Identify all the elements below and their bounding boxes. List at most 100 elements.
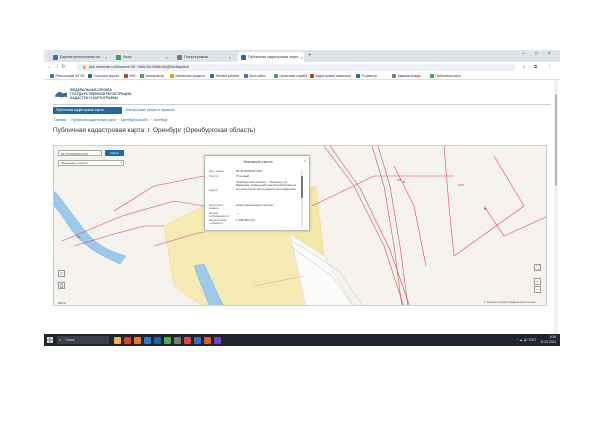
extensions-icon[interactable]: ⧉ (534, 64, 537, 69)
taskbar-app-icon[interactable] (164, 336, 171, 344)
service-pkk-button[interactable]: Публичная кадастровая карта (53, 107, 122, 114)
taskbar-search-placeholder: Поиск (65, 338, 75, 342)
bookmark-favicon-icon (430, 73, 434, 78)
bookmark-item[interactable]: Регистрация ЮГЭЛ (50, 73, 84, 78)
zoom-in-button[interactable]: + (534, 278, 541, 285)
tab-label: Единая электронная мо... (60, 55, 103, 59)
system-tray-icons[interactable]: ^ ☁ 🔊 ENG (517, 338, 536, 342)
url-input[interactable]: 🔒 pkk.rosreestr.ru/#/search/51.7666,55.09… (76, 63, 516, 71)
taskbar-app-icon[interactable] (144, 336, 151, 344)
fullscreen-button[interactable]: ⛶ (534, 264, 541, 271)
parcel-boundary (311, 175, 454, 207)
parcel-boundary (113, 175, 205, 212)
river (54, 190, 127, 265)
map-search-input[interactable]: 56:44:0000000:1087 (58, 150, 102, 156)
tab-favicon-icon (53, 54, 58, 60)
bookmark-item[interactable]: Администрация (392, 73, 421, 78)
tab-pkk[interactable]: Публичная кадастровая карта × (238, 52, 304, 62)
back-arrow-icon[interactable]: ← (46, 64, 53, 70)
maximize-button[interactable]: □ (535, 51, 538, 57)
star-icon[interactable]: ☆ (522, 64, 526, 70)
popup-status: Учтенный (236, 174, 250, 178)
bookmark-favicon-icon (88, 73, 92, 78)
popup-close-button[interactable]: × (304, 158, 306, 163)
tab-gosprog[interactable]: Госпрограммы × (174, 52, 234, 62)
close-tab-icon[interactable]: × (166, 55, 168, 60)
bookmark-item[interactable]: Налоговая служба (274, 73, 307, 78)
header-divider (53, 104, 551, 105)
minimize-button[interactable]: – (522, 51, 525, 57)
new-tab-button[interactable]: + (308, 52, 312, 60)
popup-ownership: — (236, 211, 239, 215)
browser-window: Единая электронная мо... × Чаты × Госпро… (44, 50, 560, 336)
bookmark-favicon-icon (124, 73, 128, 78)
bookmark-item[interactable]: Росреестр (356, 73, 378, 78)
address-toolbar: ← → ↻ 🔒 pkk.rosreestr.ru/#/search/51.7666… (44, 62, 560, 72)
parcel-boundary (371, 146, 403, 305)
taskbar-app-icon[interactable] (134, 336, 141, 344)
taskbar-clock[interactable]: 9:26 11.03.2023 (540, 335, 556, 344)
bookmark-label: Росреестр (361, 73, 378, 78)
forward-arrow-icon[interactable]: → (53, 64, 60, 70)
cadastral-map[interactable]: 375 105 1070 56:44:0000000:1087 Найти Зе… (53, 145, 547, 306)
bookmark-favicon-icon (210, 73, 214, 78)
bookmark-item[interactable]: Госуслуги портал (88, 73, 119, 78)
bookmark-item[interactable]: Ипотечные кредиты (170, 73, 205, 78)
bookmark-item[interactable]: Кадастровые инженеры (310, 73, 351, 78)
menu-dots-icon[interactable]: ⋮ (547, 64, 552, 70)
breadcrumb-pkk[interactable]: Публичная кадастровая карта (71, 118, 116, 122)
taskbar-app-icon[interactable] (124, 336, 131, 344)
bookmark-item[interactable]: Мои сайты (244, 73, 266, 78)
parcel-number-label: 375 (76, 236, 81, 239)
bookmark-item[interactable]: ФНС (124, 73, 137, 78)
clock-date: 11.03.2023 (540, 339, 556, 344)
bookmarks-bar: Регистрация ЮГЭЛ Госуслуги портал ФНС Кальк… (44, 72, 560, 80)
print-button[interactable]: ⎙ (58, 282, 65, 289)
zoom-out-button[interactable]: − (534, 286, 541, 293)
popup-address: Оренбургская область, г. Оренбург, ул. Ш… (236, 180, 297, 191)
popup-label: Адрес: (209, 188, 219, 192)
breadcrumb-region[interactable]: Оренбургская обл. (121, 118, 149, 122)
tab-chats[interactable]: Чаты × (113, 52, 171, 62)
taskbar-app-icon[interactable] (114, 336, 121, 344)
taskbar-app-icon[interactable] (204, 336, 211, 344)
taskbar-app-icon[interactable] (194, 336, 201, 344)
lock-icon: 🔒 (82, 64, 87, 69)
popup-cad-number[interactable]: 56:44:0000000:1087 (236, 169, 300, 173)
page-scrollbar[interactable] (554, 80, 558, 336)
breadcrumb-home[interactable]: Главная (54, 118, 66, 122)
bookmark-favicon-icon (310, 73, 314, 78)
map-search-button[interactable]: Найти (105, 150, 124, 156)
taskbar-search-input[interactable]: ⌕ Поиск (57, 336, 109, 344)
bookmark-label: Мои сайты (249, 73, 266, 78)
bookmark-item[interactable]: Личный кабинет (210, 73, 239, 78)
reload-icon[interactable]: ↻ (60, 64, 67, 70)
bookmark-label: Налоговая служба (279, 73, 307, 78)
services-link[interactable]: Электронные услуги и сервисы (125, 107, 174, 114)
popup-scrollbar-thumb[interactable] (301, 176, 303, 198)
layer-select-value: Земельные участки (61, 161, 88, 165)
site-logo[interactable]: ФЕДЕРАЛЬНАЯ СЛУЖБА ГОСУДАРСТВЕННОЙ РЕГИС… (54, 88, 140, 100)
page-scrollbar-thumb[interactable] (554, 94, 558, 186)
taskbar-app-icon[interactable] (184, 336, 191, 344)
close-tab-icon[interactable]: × (229, 55, 231, 60)
bookmark-item[interactable]: Калькулятор (140, 73, 164, 78)
bookmark-favicon-icon (392, 73, 396, 78)
bookmark-item[interactable]: Публичная карта (430, 73, 461, 78)
taskbar-app-icon[interactable] (174, 336, 181, 344)
close-tab-icon[interactable]: × (300, 55, 302, 60)
bookmark-favicon-icon (244, 73, 248, 78)
windows-start-icon[interactable] (47, 337, 53, 343)
tab-eem[interactable]: Единая электронная мо... × (50, 52, 110, 62)
page-title: Публичная кадастровая карта: г. Оренбург… (53, 127, 256, 134)
close-tab-icon[interactable]: × (105, 55, 107, 60)
tab-label: Публичная кадастровая карта (248, 55, 299, 59)
close-window-button[interactable]: × (548, 51, 551, 57)
taskbar-app-icon[interactable] (214, 336, 221, 344)
layers-button[interactable]: ⊂ (58, 270, 65, 277)
rosreestr-emblem-icon (54, 91, 67, 97)
taskbar-app-icon[interactable] (154, 336, 161, 344)
layer-type-select[interactable]: Земельные участки ▾ (58, 160, 124, 166)
bookmark-label: Администрация (397, 73, 421, 78)
tab-favicon-icon (241, 54, 246, 60)
